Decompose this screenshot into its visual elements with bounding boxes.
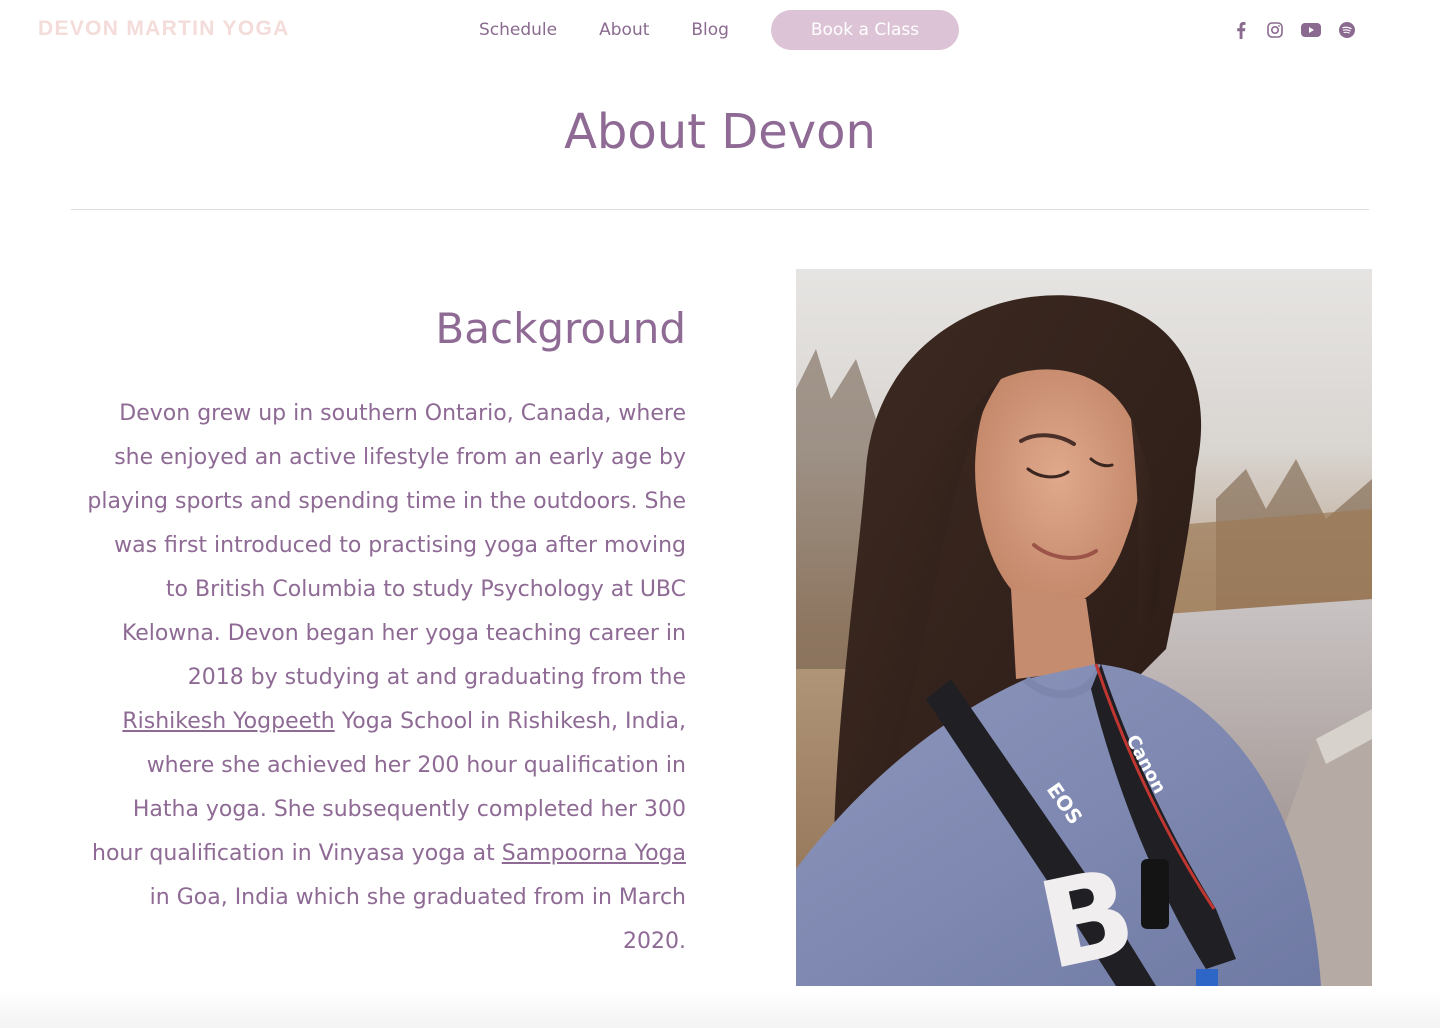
book-a-class-button[interactable]: Book a Class [770, 10, 959, 50]
background-bio: Devon grew up in southern Ontario, Canad… [86, 392, 686, 964]
facebook-icon[interactable] [1230, 20, 1252, 40]
devon-portrait-photo: EOS Canon B [796, 269, 1372, 986]
nav-blog[interactable]: Blog [691, 20, 729, 40]
bio-text-1: Devon grew up in southern Ontario, Canad… [87, 401, 686, 690]
rishikesh-yogpeeth-link[interactable]: Rishikesh Yogpeeth [122, 709, 334, 734]
title-divider [71, 209, 1369, 210]
spotify-icon[interactable] [1336, 20, 1358, 40]
nav-about[interactable]: About [599, 20, 649, 40]
bottom-fade [0, 990, 1440, 1028]
youtube-icon[interactable] [1298, 20, 1324, 40]
site-header: DEVON MARTIN YOGA Schedule About Blog Bo… [0, 0, 1440, 60]
instagram-icon[interactable] [1264, 20, 1286, 40]
main-nav: Schedule About Blog Book a Class [479, 10, 959, 50]
site-logo[interactable]: DEVON MARTIN YOGA [38, 17, 290, 41]
sampoorna-yoga-link[interactable]: Sampoorna Yoga [502, 841, 686, 866]
page-title: About Devon [564, 104, 876, 160]
nav-schedule[interactable]: Schedule [479, 20, 557, 40]
background-heading: Background [435, 304, 686, 353]
social-links [1230, 20, 1370, 40]
bio-text-3: in Goa, India which she graduated from i… [149, 885, 686, 954]
